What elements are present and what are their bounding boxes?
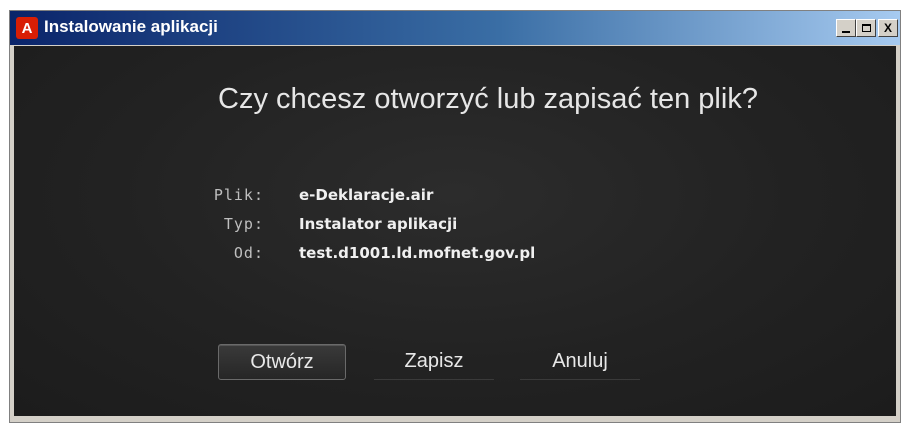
minimize-icon — [842, 31, 850, 33]
window-title: Instalowanie aplikacji — [44, 17, 218, 36]
type-label: Typ: — [223, 215, 264, 233]
maximize-icon — [861, 24, 871, 32]
type-value: Instalator aplikacji — [299, 215, 458, 233]
cancel-button[interactable]: Anuluj — [520, 344, 640, 380]
close-icon: X — [883, 21, 892, 35]
maximize-button[interactable] — [856, 19, 876, 37]
save-button[interactable]: Zapisz — [374, 344, 494, 380]
dialog-content: Czy chcesz otworzyć lub zapisać ten plik… — [14, 46, 896, 416]
file-label: Plik: — [213, 186, 264, 204]
from-value: test.d1001.ld.mofnet.gov.pl — [299, 244, 536, 262]
adobe-air-icon: A — [16, 17, 38, 39]
install-dialog-window: A Instalowanie aplikacji X Czy chcesz ot… — [9, 10, 901, 423]
open-button[interactable]: Otwórz — [218, 344, 346, 380]
dialog-headline: Czy chcesz otworzyć lub zapisać ten plik… — [218, 83, 758, 115]
close-button[interactable]: X — [878, 19, 898, 37]
title-bar[interactable]: A Instalowanie aplikacji X — [10, 11, 900, 45]
from-label: Od: — [233, 244, 264, 262]
file-value: e-Deklaracje.air — [299, 186, 434, 204]
minimize-button[interactable] — [836, 19, 856, 37]
